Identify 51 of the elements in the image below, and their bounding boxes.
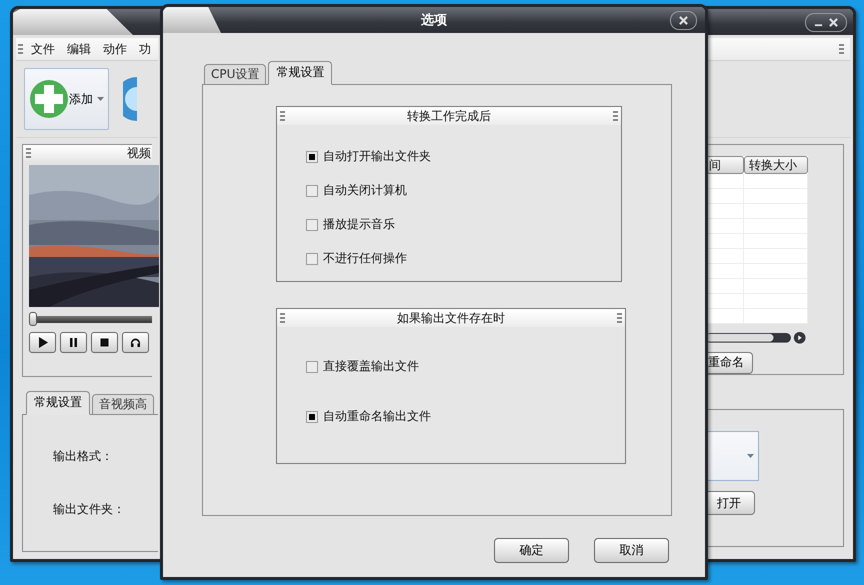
menu-item[interactable]: 编辑 bbox=[61, 40, 97, 58]
cancel-button[interactable]: 取消 bbox=[594, 538, 669, 563]
checkbox-label[interactable]: 自动关闭计算机 bbox=[323, 182, 407, 199]
tab[interactable]: CPU设置 bbox=[204, 64, 266, 85]
checkbox-label[interactable]: 自动打开输出文件夹 bbox=[323, 148, 431, 165]
play-button[interactable] bbox=[29, 332, 56, 353]
checkbox-label[interactable]: 直接覆盖输出文件 bbox=[323, 358, 419, 375]
checkbox-label[interactable]: 播放提示音乐 bbox=[323, 216, 395, 233]
menu-item[interactable]: 动作 bbox=[97, 40, 133, 58]
caret-icon bbox=[97, 97, 104, 101]
window-title: 选项 bbox=[421, 12, 447, 29]
group-title: 如果输出文件存在时 bbox=[397, 310, 505, 326]
stop-icon bbox=[99, 337, 110, 348]
grip-icon bbox=[18, 44, 23, 54]
play-icon bbox=[37, 337, 48, 348]
grip-icon bbox=[26, 148, 31, 158]
checkbox[interactable] bbox=[306, 150, 318, 162]
grip-icon bbox=[613, 110, 618, 122]
pause-button[interactable] bbox=[60, 332, 87, 353]
checkbox-label[interactable]: 自动重命名输出文件 bbox=[323, 408, 431, 425]
panel-title: 视频 bbox=[127, 144, 151, 162]
stop-button[interactable] bbox=[91, 332, 118, 353]
pause-icon bbox=[68, 337, 79, 348]
plus-icon bbox=[29, 79, 69, 119]
tab[interactable]: 常规设置 bbox=[268, 61, 332, 85]
group-title: 转换工作完成后 bbox=[407, 108, 491, 124]
field-label: 输出格式： bbox=[53, 448, 114, 465]
close-icon[interactable] bbox=[829, 18, 838, 27]
headphones-button[interactable] bbox=[122, 332, 149, 353]
title-tab-decoration bbox=[163, 7, 221, 33]
field-label: 输出文件夹： bbox=[53, 501, 126, 518]
checkbox[interactable] bbox=[306, 218, 318, 230]
tab[interactable]: 音视频高 bbox=[92, 394, 154, 415]
checkbox[interactable] bbox=[306, 410, 318, 422]
ok-button[interactable]: 确定 bbox=[494, 538, 569, 563]
menu-item[interactable]: 功 bbox=[133, 40, 157, 58]
checkbox[interactable] bbox=[306, 184, 318, 196]
checkbox[interactable] bbox=[306, 360, 318, 372]
checkbox-label[interactable]: 不进行任何操作 bbox=[323, 250, 407, 267]
menu-item[interactable]: 文件 bbox=[25, 40, 61, 58]
close-icon[interactable] bbox=[679, 16, 688, 25]
caret-icon bbox=[747, 454, 754, 458]
grip-icon bbox=[280, 110, 285, 122]
grip-icon bbox=[280, 312, 285, 324]
column-header[interactable]: 转换大小 bbox=[744, 156, 808, 174]
checkbox[interactable] bbox=[306, 252, 318, 264]
tab[interactable]: 常规设置 bbox=[26, 391, 90, 415]
grip-icon bbox=[839, 44, 844, 54]
grip-icon bbox=[617, 312, 622, 324]
add-button[interactable]: 添加 bbox=[24, 68, 109, 130]
headphones-icon bbox=[130, 337, 141, 348]
